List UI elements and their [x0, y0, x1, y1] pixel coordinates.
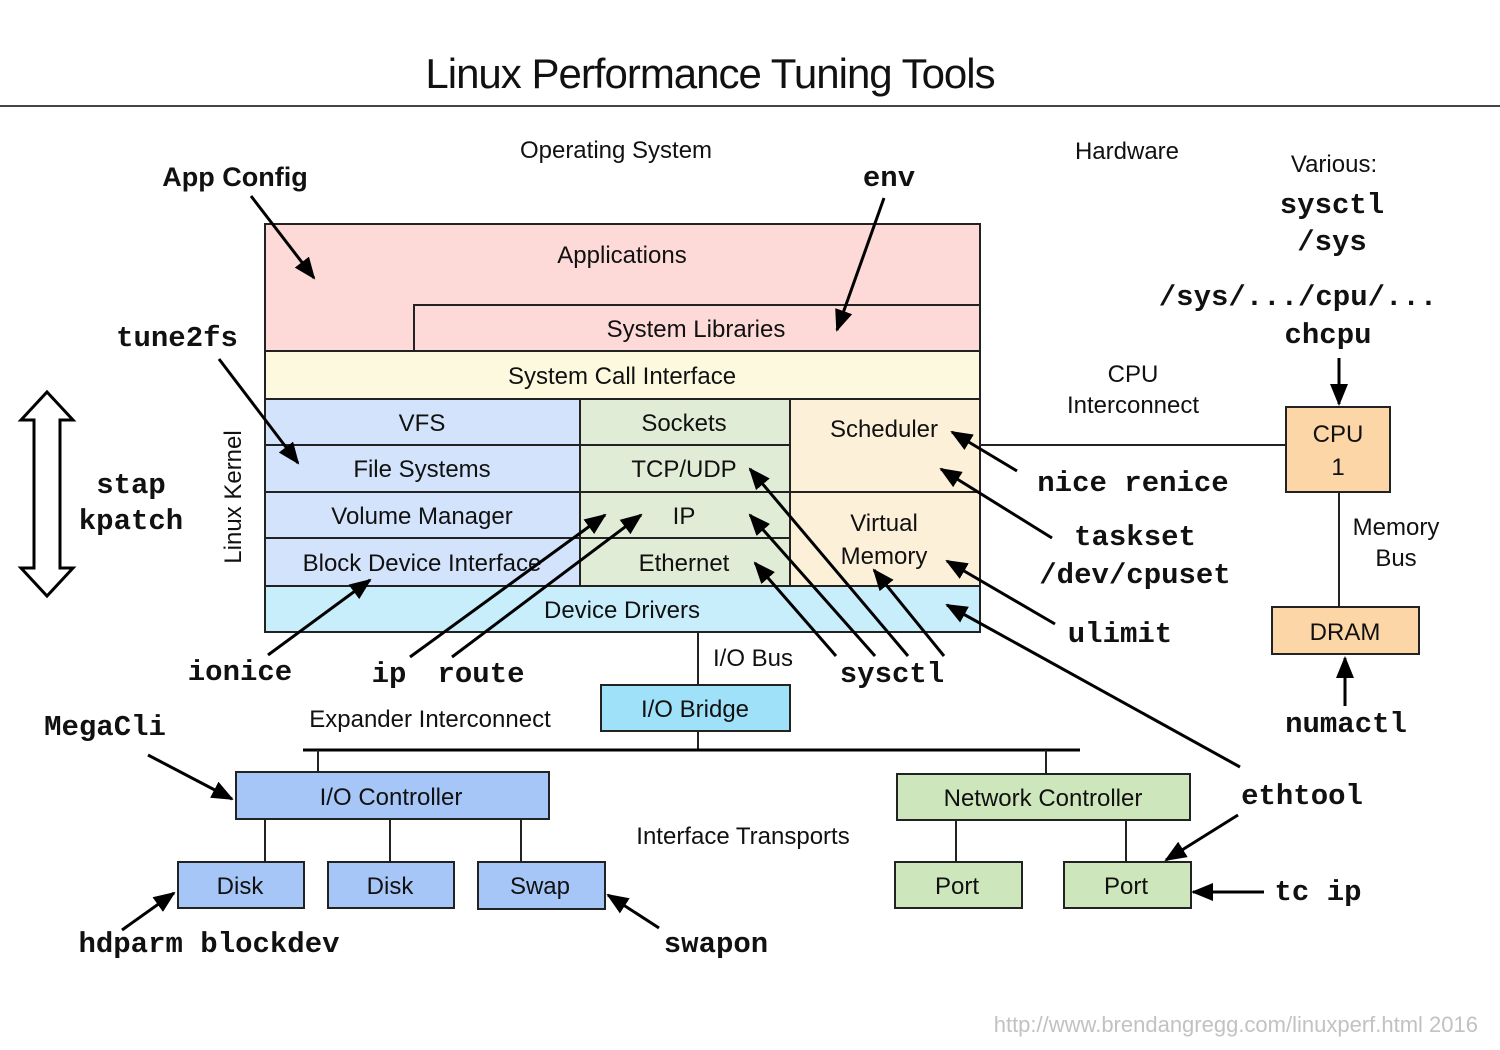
tool-ethtool: ethtool — [1241, 780, 1363, 813]
tool-stap: stap — [96, 469, 166, 502]
page-title: Linux Performance Tuning Tools — [425, 50, 994, 97]
ethernet-label: Ethernet — [639, 550, 730, 577]
tool-dev-cpuset: /dev/cpuset — [1039, 559, 1230, 592]
cpu-label-line1: CPU — [1313, 421, 1364, 448]
tool-tune2fs: tune2fs — [116, 322, 238, 355]
file-systems-label: File Systems — [353, 456, 490, 483]
memory-bus-label-line2: Bus — [1375, 545, 1416, 572]
linux-kernel-label: Linux Kernel — [220, 430, 247, 563]
ip-label: IP — [673, 503, 696, 530]
footer-url: http://www.brendangregg.com/linuxperf.ht… — [994, 1012, 1478, 1037]
tool-swapon: swapon — [664, 928, 768, 961]
tool-env: env — [863, 162, 915, 195]
os-stack: Applications System Libraries System Cal… — [264, 223, 981, 633]
applications-label: Applications — [557, 242, 686, 269]
section-various: Various: — [1291, 151, 1377, 178]
system-libraries-label: System Libraries — [607, 316, 786, 343]
system-call-interface-label: System Call Interface — [508, 363, 736, 390]
arrow-swapon — [606, 893, 660, 930]
vfs-label: VFS — [399, 410, 446, 437]
dram-label: DRAM — [1310, 619, 1381, 646]
scheduler-layer — [789, 398, 981, 493]
tool-nice-renice: nice renice — [1037, 467, 1228, 500]
arrow-megacli — [147, 753, 234, 801]
virtual-memory-label-line2: Memory — [841, 543, 928, 570]
section-operating-system: Operating System — [520, 137, 712, 164]
tool-kpatch: kpatch — [79, 505, 183, 538]
tcp-udp-label: TCP/UDP — [631, 456, 736, 483]
io-bridge-label: I/O Bridge — [641, 696, 749, 723]
tool-various-sysctl: sysctl — [1280, 189, 1384, 222]
volume-manager-label: Volume Manager — [331, 503, 512, 530]
scheduler-label: Scheduler — [830, 416, 938, 443]
tool-numactl: numactl — [1285, 708, 1407, 741]
io-bus-label: I/O Bus — [713, 645, 793, 672]
tool-megacli: MegaCli — [44, 711, 166, 744]
memory-bus-label-line1: Memory — [1353, 514, 1440, 541]
device-drivers-label: Device Drivers — [544, 597, 700, 624]
tool-tc-ip: tc ip — [1274, 876, 1361, 909]
expander-interconnect-label: Expander Interconnect — [309, 706, 551, 733]
disk2-label: Disk — [367, 873, 415, 900]
tool-sysctl: sysctl — [840, 658, 944, 691]
tool-taskset: taskset — [1074, 521, 1196, 554]
tool-ionice: ionice — [188, 656, 292, 689]
virtual-memory-label-line1: Virtual — [850, 510, 918, 537]
cpu-label-line2: 1 — [1331, 454, 1344, 481]
disk1-label: Disk — [217, 873, 265, 900]
virtual-memory-layer — [789, 491, 981, 587]
diagram-canvas: Linux Performance Tuning Tools Operating… — [0, 50, 1500, 1037]
io-controller-label: I/O Controller — [320, 784, 463, 811]
port2-label: Port — [1104, 873, 1148, 900]
arrow-hdparm — [121, 891, 176, 932]
tool-route: route — [437, 658, 524, 691]
tool-sys-cpu: /sys/.../cpu/... — [1159, 281, 1437, 314]
tool-various-sys: /sys — [1297, 226, 1367, 259]
section-hardware: Hardware — [1075, 138, 1179, 165]
tool-app-config: App Config — [162, 162, 307, 192]
swap-label: Swap — [510, 873, 570, 900]
arrow-ethtool-port — [1164, 813, 1239, 862]
tool-chcpu: chcpu — [1284, 319, 1371, 352]
double-arrow-icon — [17, 389, 77, 599]
block-device-interface-label: Block Device Interface — [303, 550, 542, 577]
cpu-interconnect-label-line1: CPU — [1108, 361, 1159, 388]
network-controller-label: Network Controller — [944, 785, 1143, 812]
port1-label: Port — [935, 873, 979, 900]
tool-hdparm-blockdev: hdparm blockdev — [78, 928, 339, 961]
interface-transports-label: Interface Transports — [636, 823, 849, 850]
cpu-interconnect-label-line2: Interconnect — [1067, 392, 1199, 419]
tool-ulimit: ulimit — [1068, 618, 1172, 651]
sockets-label: Sockets — [641, 410, 726, 437]
tool-ip: ip — [372, 658, 407, 691]
